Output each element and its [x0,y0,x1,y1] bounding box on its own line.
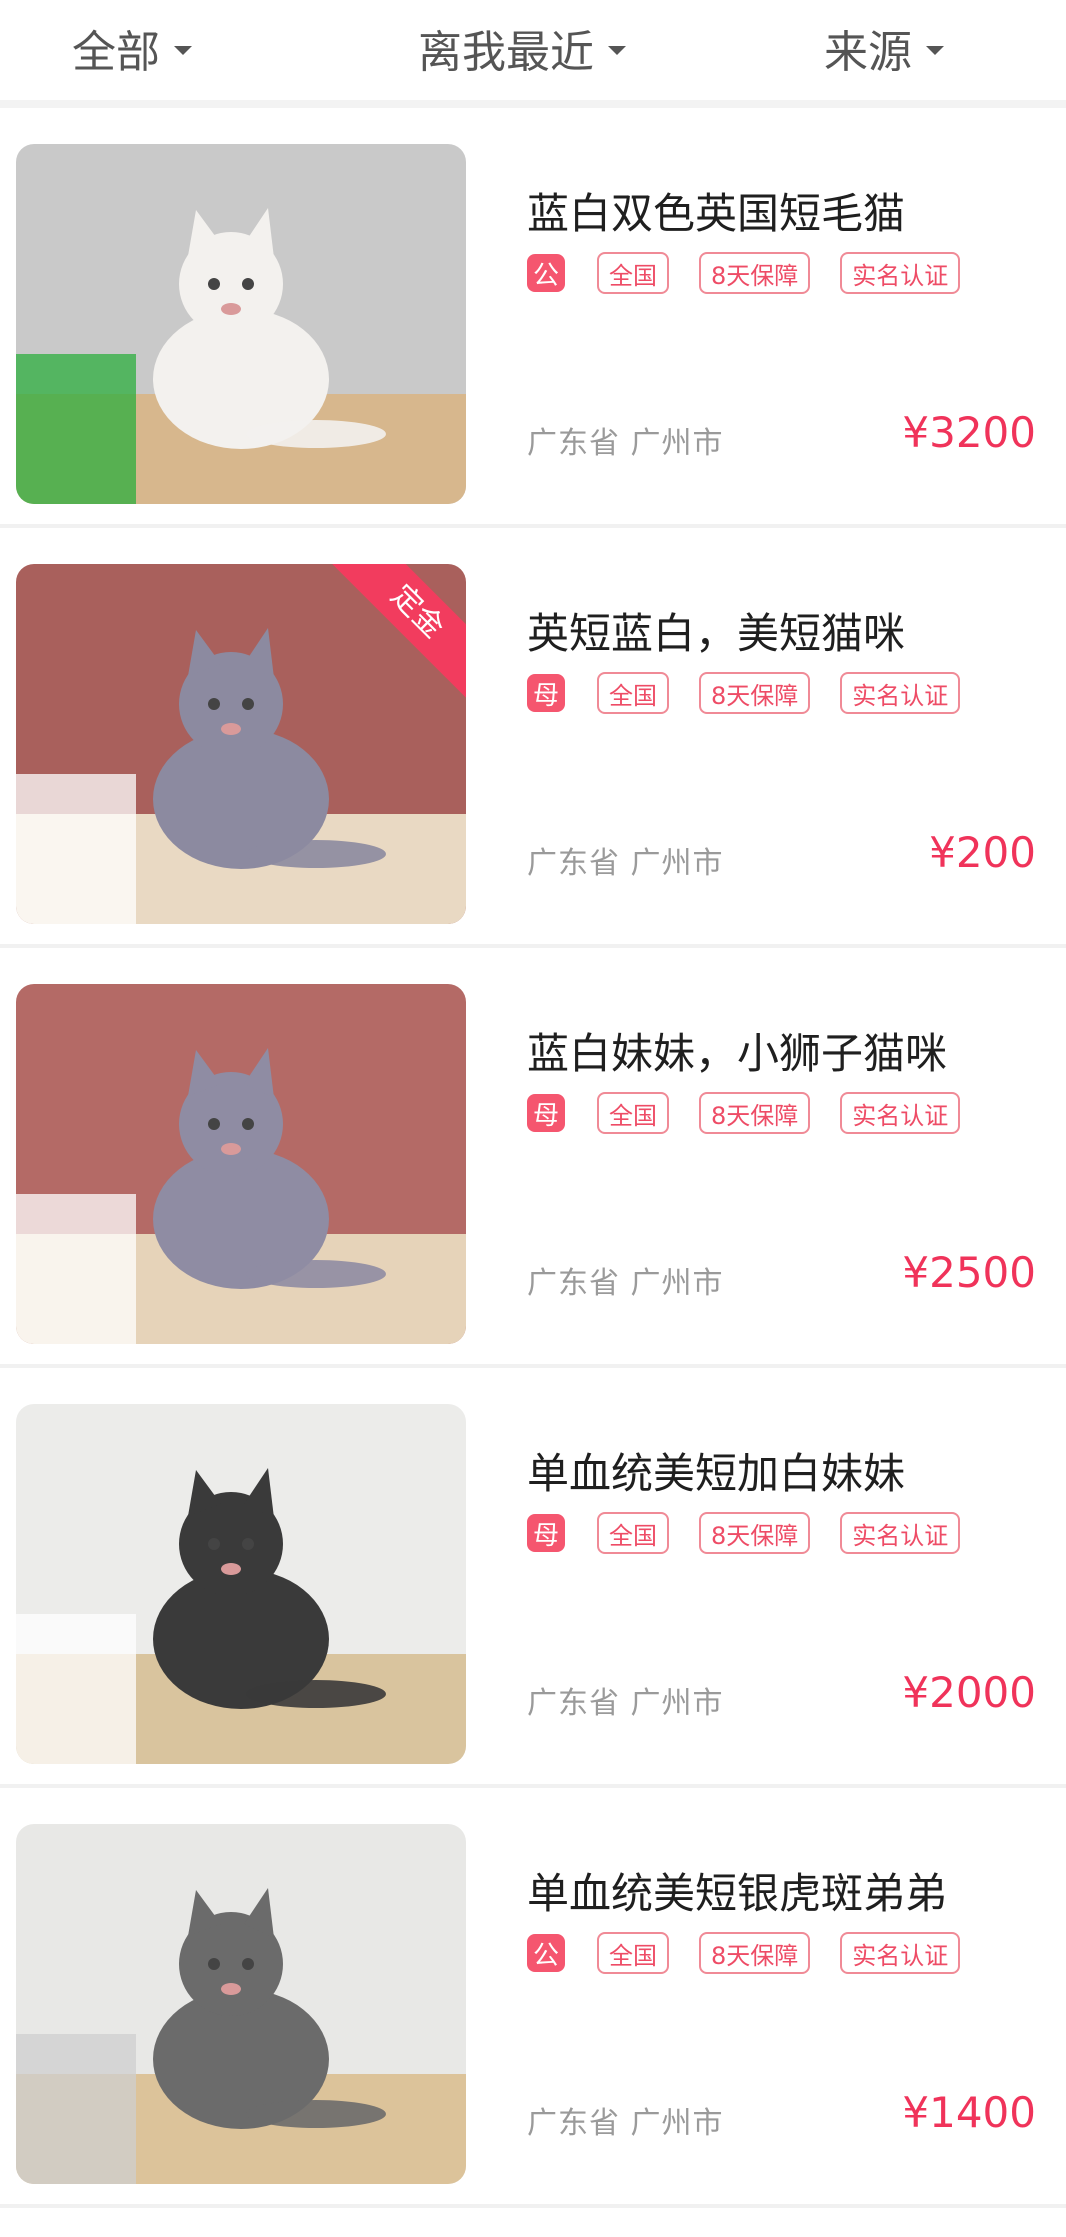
gender-badge-icon: 母 [527,1094,565,1132]
listing-price: ¥2000 [902,1668,1036,1717]
cat-photo[interactable] [16,1404,466,1764]
chevron-down-icon [926,45,944,55]
listing-location: 广东省 广州市 [527,846,724,881]
listing-tags: 公 全国 8天保障 实名认证 [527,252,990,294]
listing-title: 单血统美短加白妹妹 [527,1449,906,1498]
listing-tags: 母 全国 8天保障 实名认证 [527,1092,990,1134]
tag-nationwide: 全国 [597,252,669,294]
listing-price: ¥3200 [902,408,1036,457]
cat-photo[interactable] [16,144,466,504]
tag-nationwide: 全国 [597,1932,669,1974]
listing-title: 英短蓝白，美短猫咪 [527,609,906,658]
tag-nationwide: 全国 [597,1092,669,1134]
chevron-down-icon [174,45,192,55]
cat-photo[interactable] [16,984,466,1344]
listing-item[interactable]: 蓝白妹妹，小狮子猫咪 母 全国 8天保障 实名认证 广东省 广州市 ¥2500 [0,948,1066,1368]
gender-badge-icon: 母 [527,674,565,712]
listing-location: 广东省 广州市 [527,2106,724,2141]
tag-verified: 实名认证 [840,1512,961,1554]
tag-verified: 实名认证 [840,672,961,714]
cat-photo[interactable] [16,1824,466,2184]
cat-photo-image [16,984,466,1344]
tag-verified: 实名认证 [840,252,961,294]
tag-guarantee: 8天保障 [699,1092,811,1134]
filter-distance-label: 离我最近 [418,27,594,78]
tag-guarantee: 8天保障 [699,1512,811,1554]
cat-photo-image [16,144,466,504]
tag-guarantee: 8天保障 [699,252,811,294]
cat-photo[interactable]: 定金 [16,564,466,924]
listing-tags: 公 全国 8天保障 实名认证 [527,1932,990,1974]
listing-title: 蓝白妹妹，小狮子猫咪 [527,1029,948,1078]
listing-price: ¥2500 [902,1248,1036,1297]
listing-location: 广东省 广州市 [527,426,724,461]
filter-all-dropdown[interactable]: 全部 [72,18,192,78]
listing-tags: 母 全国 8天保障 实名认证 [527,1512,990,1554]
tag-verified: 实名认证 [840,1932,961,1974]
filter-all-label: 全部 [72,27,160,78]
listing-title: 蓝白双色英国短毛猫 [527,189,906,238]
gender-badge-icon: 公 [527,1934,565,1972]
filter-source-label: 来源 [824,27,912,78]
listing-location: 广东省 广州市 [527,1686,724,1721]
gender-badge-icon: 母 [527,1514,565,1552]
chevron-down-icon [608,45,626,55]
listing-location: 广东省 广州市 [527,1266,724,1301]
listing-price: ¥1400 [902,2088,1036,2137]
filter-bar: 全部 离我最近 来源 [0,0,1066,108]
tag-verified: 实名认证 [840,1092,961,1134]
cat-photo-image [16,1404,466,1764]
tag-nationwide: 全国 [597,1512,669,1554]
gender-badge-icon: 公 [527,254,565,292]
tag-guarantee: 8天保障 [699,672,811,714]
listing-item[interactable]: 单血统美短加白妹妹 母 全国 8天保障 实名认证 广东省 广州市 ¥2000 [0,1368,1066,1788]
listing-item[interactable]: 蓝白双色英国短毛猫 公 全国 8天保障 实名认证 广东省 广州市 ¥3200 [0,108,1066,528]
tag-guarantee: 8天保障 [699,1932,811,1974]
listing-item[interactable]: 单血统美短银虎斑弟弟 公 全国 8天保障 实名认证 广东省 广州市 ¥1400 [0,1788,1066,2208]
filter-distance-dropdown[interactable]: 离我最近 [418,18,626,78]
listing-title: 单血统美短银虎斑弟弟 [527,1869,948,1918]
listing-list: 蓝白双色英国短毛猫 公 全国 8天保障 实名认证 广东省 广州市 ¥3200 定… [0,108,1066,2208]
tag-nationwide: 全国 [597,672,669,714]
filter-source-dropdown[interactable]: 来源 [824,18,944,78]
listing-item[interactable]: 定金 英短蓝白，美短猫咪 母 全国 8天保障 实名认证 广东省 广州市 ¥200 [0,528,1066,948]
listing-tags: 母 全国 8天保障 实名认证 [527,672,990,714]
cat-photo-image [16,1824,466,2184]
listing-price: ¥200 [929,828,1036,877]
